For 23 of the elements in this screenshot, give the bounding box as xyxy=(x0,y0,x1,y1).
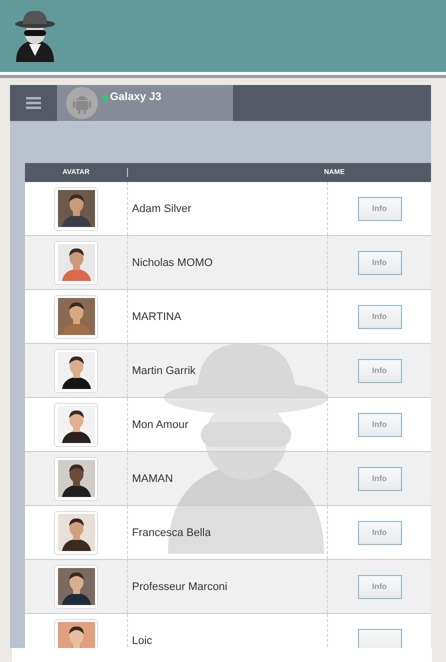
info-button[interactable]: Info xyxy=(358,574,402,598)
info-button[interactable]: Info xyxy=(358,304,402,328)
android-icon xyxy=(66,87,98,119)
menu-icon xyxy=(26,97,41,109)
contact-name: Martin Garrik xyxy=(132,364,196,376)
contact-name: Mon Amour xyxy=(132,418,188,430)
info-button[interactable]: Info xyxy=(358,250,402,274)
contact-name: MARTINA xyxy=(132,310,182,322)
info-button[interactable]: Info xyxy=(358,412,402,436)
device-tab[interactable]: Galaxy J3 xyxy=(57,85,233,121)
info-button[interactable]: Info xyxy=(358,358,402,382)
contact-name: Professeur Marconi xyxy=(132,580,228,592)
info-button[interactable]: Info xyxy=(358,520,402,544)
contact-name: Nicholas MOMO xyxy=(132,256,213,268)
contact-name: Loic xyxy=(132,634,152,646)
info-button[interactable]: Info xyxy=(358,196,402,220)
contact-name: MAMAN xyxy=(132,472,173,484)
spy-logo-icon xyxy=(12,8,58,64)
info-button[interactable]: Info xyxy=(358,466,402,490)
info-button[interactable] xyxy=(358,628,402,648)
contact-name: Adam Silver xyxy=(132,202,192,214)
contact-name: Francesca Bella xyxy=(132,526,211,538)
device-name: Galaxy J3 xyxy=(110,91,162,103)
